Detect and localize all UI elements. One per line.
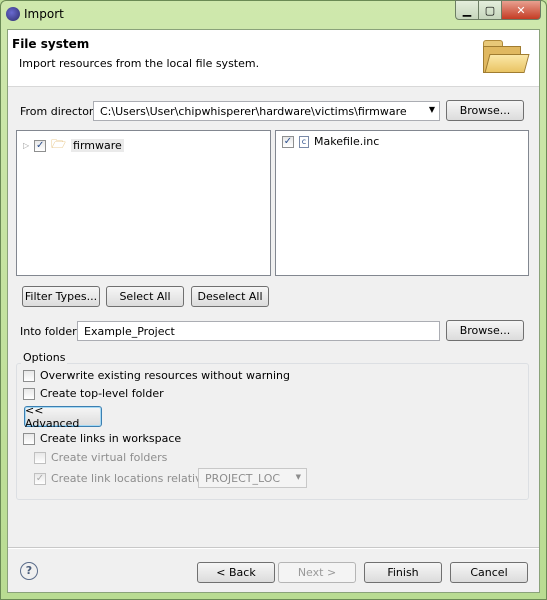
- chevron-down-icon: ▼: [295, 473, 301, 481]
- folder-icon: 🗁: [51, 137, 67, 151]
- overwrite-checkbox[interactable]: [23, 369, 35, 382]
- overwrite-label: Overwrite existing resources without war…: [40, 369, 291, 382]
- back-button[interactable]: < Back: [197, 562, 275, 583]
- help-icon[interactable]: ?: [20, 562, 38, 580]
- file-list[interactable]: ✓ c Makefile.inc: [275, 130, 529, 276]
- advanced-button[interactable]: << Advanced: [24, 404, 102, 430]
- window-title: Import: [24, 7, 64, 21]
- overwrite-option[interactable]: Overwrite existing resources without war…: [23, 369, 290, 382]
- links-option[interactable]: Create links in workspace: [23, 432, 181, 445]
- page-subtitle: Import resources from the local file sys…: [19, 57, 260, 70]
- deselect-all-button[interactable]: Deselect All: [191, 286, 269, 307]
- tree-item-label: firmware: [71, 139, 124, 152]
- file-item-label: Makefile.inc: [314, 135, 380, 148]
- cancel-button[interactable]: Cancel: [450, 562, 528, 583]
- minimize-button[interactable]: ▁: [455, 0, 479, 20]
- c-file-icon: c: [299, 135, 309, 148]
- finish-button[interactable]: Finish: [364, 562, 442, 583]
- from-directory-combo[interactable]: C:\Users\User\chipwhisperer\hardware\vic…: [93, 101, 440, 121]
- browse-directory-button[interactable]: Browse...: [446, 100, 524, 121]
- maximize-icon: ▢: [484, 3, 496, 17]
- folder-tree[interactable]: ▷ ✓ 🗁 firmware: [16, 130, 271, 276]
- filter-types-button[interactable]: Filter Types...: [22, 286, 100, 307]
- relative-value: PROJECT_LOC: [205, 471, 281, 485]
- from-directory-label: From directory:: [20, 105, 103, 118]
- tree-item-checkbox[interactable]: ✓: [34, 139, 47, 152]
- footer-separator: [8, 547, 539, 549]
- file-item[interactable]: ✓ c Makefile.inc: [282, 135, 379, 148]
- top-level-label: Create top-level folder: [40, 387, 164, 400]
- tree-item-firmware[interactable]: ▷ ✓ 🗁 firmware: [23, 135, 124, 156]
- virtual-folders-label: Create virtual folders: [51, 451, 168, 464]
- top-level-checkbox[interactable]: [23, 387, 35, 400]
- top-level-option[interactable]: Create top-level folder: [23, 387, 164, 400]
- minimize-icon: ▁: [462, 3, 472, 17]
- links-checkbox[interactable]: [23, 432, 35, 445]
- app-icon: [6, 7, 20, 21]
- close-button[interactable]: ✕: [501, 0, 541, 20]
- page-title: File system: [12, 37, 90, 51]
- virtual-folders-checkbox: [34, 451, 46, 464]
- from-directory-value: C:\Users\User\chipwhisperer\hardware\vic…: [100, 104, 407, 118]
- options-label: Options: [21, 351, 68, 364]
- into-folder-input[interactable]: Example_Project: [77, 321, 440, 341]
- maximize-button[interactable]: ▢: [478, 0, 502, 20]
- virtual-folders-option: Create virtual folders: [34, 451, 167, 464]
- close-icon: ✕: [516, 3, 526, 17]
- folder-open-icon: [481, 38, 530, 74]
- chevron-down-icon[interactable]: ▼: [429, 105, 435, 114]
- file-item-checkbox[interactable]: ✓: [282, 135, 294, 148]
- relative-checkbox: ✓: [34, 472, 46, 485]
- expand-arrow-icon[interactable]: ▷: [23, 141, 29, 150]
- relative-combo: PROJECT_LOC ▼: [198, 468, 307, 488]
- next-button: Next >: [278, 562, 356, 583]
- into-folder-label: Into folder:: [20, 325, 81, 338]
- select-all-button[interactable]: Select All: [106, 286, 184, 307]
- browse-folder-button[interactable]: Browse...: [446, 320, 524, 341]
- links-label: Create links in workspace: [40, 432, 182, 445]
